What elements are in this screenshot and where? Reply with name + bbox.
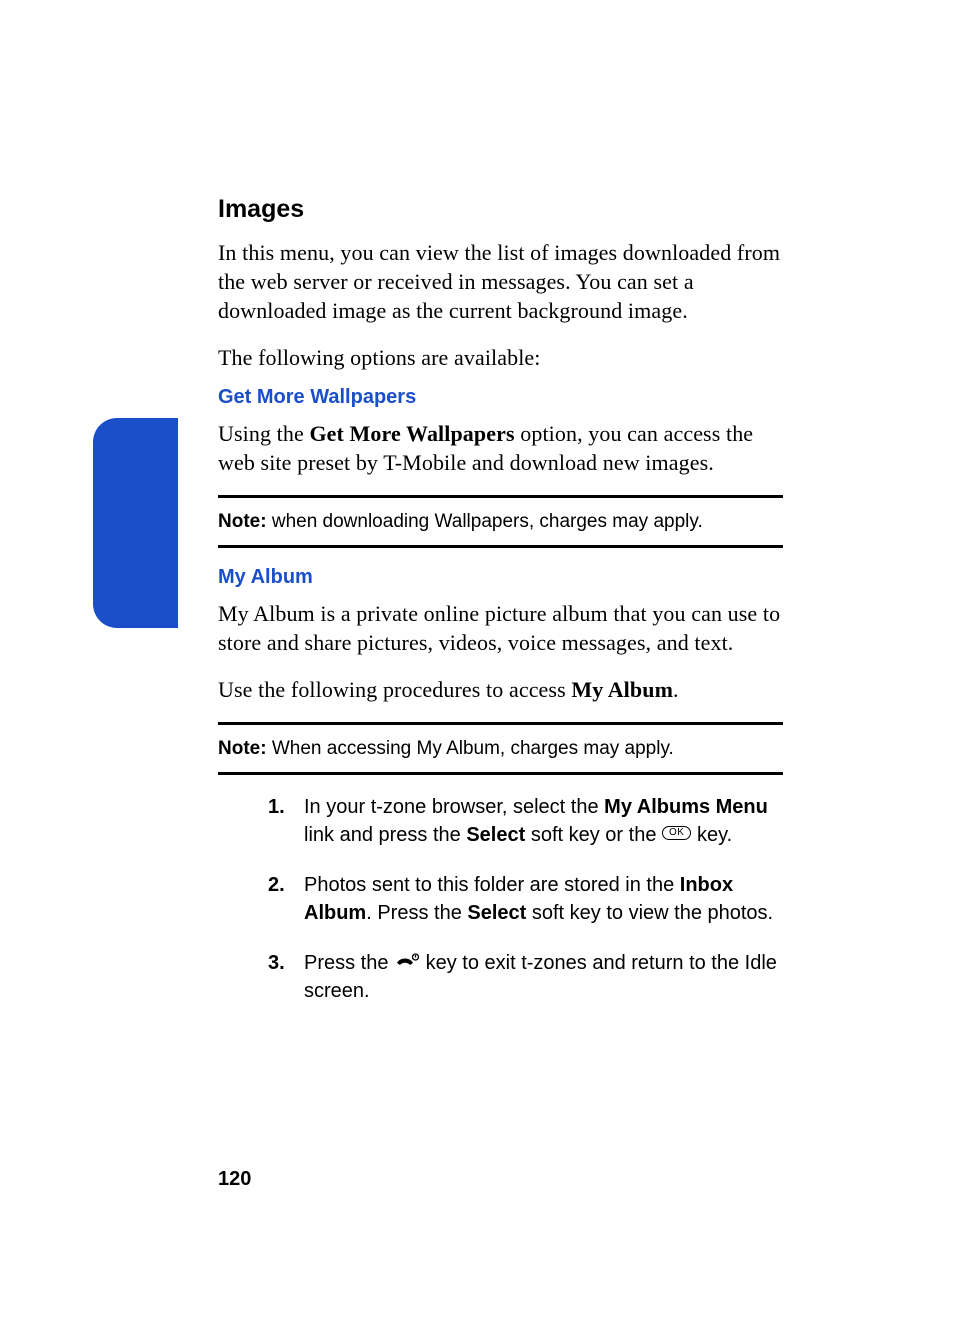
text-fragment: soft key or the [525,824,662,846]
text-fragment: Using the [218,421,309,446]
text-fragment: Photos sent to this folder are stored in… [304,874,680,896]
text-fragment: . Press the [366,902,467,924]
text-fragment: . [673,677,679,702]
bold-fragment: Select [467,902,526,924]
bold-fragment: Select [466,824,525,846]
text-fragment: In your t-zone browser, select the [304,796,604,818]
text-fragment: Press the [304,952,394,974]
ok-key-icon: OK [662,826,691,840]
note-text: when downloading Wallpapers, charges may… [267,511,703,532]
note-wallpapers: Note: when downloading Wallpapers, charg… [218,495,783,548]
note-label: Note: [218,738,267,759]
heading-get-more-wallpapers: Get More Wallpapers [218,386,783,409]
bold-fragment: My Album [571,677,673,702]
step-2: Photos sent to this folder are stored in… [268,871,783,927]
heading-images: Images [218,195,783,224]
end-call-key-icon [394,953,420,971]
note-text: When accessing My Album, charges may app… [267,738,674,759]
content-column: Images In this menu, you can view the li… [218,195,783,1027]
my-album-paragraph-1: My Album is a private online picture alb… [218,599,783,657]
note-label: Note: [218,511,267,532]
step-3: Press the key to exit t-zones and return… [268,949,783,1005]
text-fragment: link and press the [304,824,466,846]
heading-my-album: My Album [218,566,783,589]
page: Section 9 Images In this menu, you can v… [0,0,954,1319]
page-number: 120 [218,1168,251,1191]
text-fragment: key. [691,824,732,846]
intro-paragraph-1: In this menu, you can view the list of i… [218,238,783,325]
my-album-paragraph-2: Use the following procedures to access M… [218,675,783,704]
intro-paragraph-2: The following options are available: [218,343,783,372]
step-1: In your t-zone browser, select the My Al… [268,793,783,849]
text-fragment: Use the following procedures to access [218,677,571,702]
bold-fragment: My Albums Menu [604,796,768,818]
text-fragment: soft key to view the photos. [526,902,773,924]
section-tab: Section 9 [93,418,178,628]
bold-fragment: Get More Wallpapers [309,421,514,446]
note-my-album: Note: When accessing My Album, charges m… [218,722,783,775]
section-tab-label: Section 9 [151,208,171,418]
steps-list: In your t-zone browser, select the My Al… [218,793,783,1005]
get-more-paragraph: Using the Get More Wallpapers option, yo… [218,419,783,477]
